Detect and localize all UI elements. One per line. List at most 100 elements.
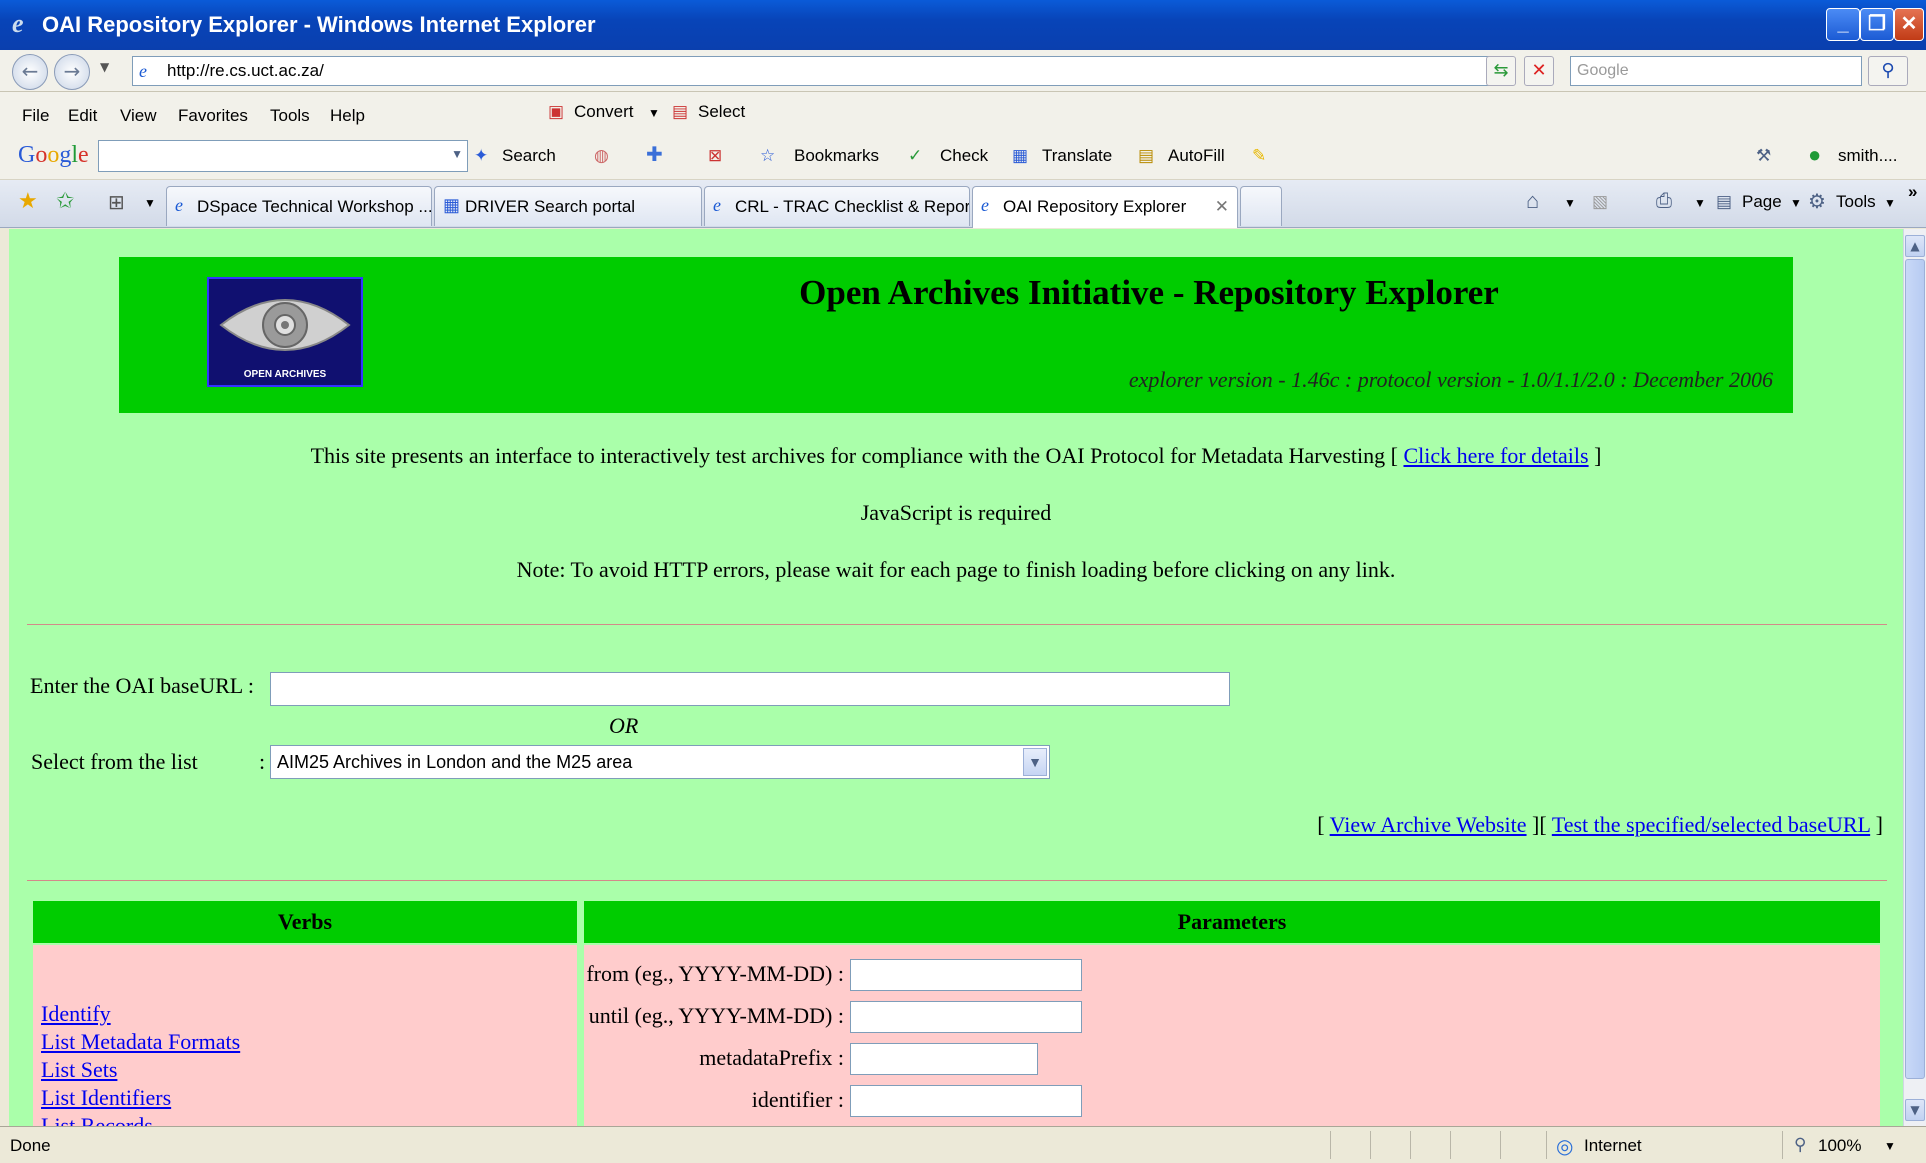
minimize-button[interactable]: _	[1826, 8, 1860, 41]
scroll-up-icon[interactable]: ▲	[1905, 235, 1925, 257]
version-text: explorer version - 1.46c : protocol vers…	[1128, 367, 1773, 392]
driver-page-icon: ▦	[443, 195, 461, 215]
close-window-button[interactable]: ✕	[1894, 8, 1924, 41]
google-search-button[interactable]: Search	[502, 146, 556, 166]
browser-window: e OAI Repository Explorer - Windows Inte…	[0, 0, 1926, 1163]
menu-view[interactable]: View	[120, 106, 157, 126]
spellcheck-icon: ✓	[908, 146, 923, 165]
logo-caption: OPEN ARCHIVES	[243, 369, 327, 380]
until-label: until (eg., YYYY-MM-DD) :	[588, 1003, 844, 1028]
pencil-icon[interactable]: ✎	[1252, 146, 1266, 166]
until-input[interactable]	[850, 1001, 1082, 1033]
verb-list-sets-link[interactable]: List Sets	[41, 1057, 117, 1083]
feeds-icon[interactable]: ▧	[1592, 192, 1608, 212]
identifier-input[interactable]	[850, 1085, 1082, 1117]
autofill-button[interactable]: AutoFill	[1168, 146, 1225, 166]
menu-favorites[interactable]: Favorites	[178, 106, 248, 126]
google-logo-letter: o	[35, 142, 48, 168]
stop-icon[interactable]: ✕	[1524, 56, 1554, 86]
recent-pages-dropdown-icon[interactable]: ▼	[100, 60, 109, 74]
url-field[interactable]: e http://re.cs.uct.ac.za/ ▼	[132, 56, 1512, 86]
user-status-icon: ●	[1808, 142, 1822, 167]
convert-icon: ▣	[548, 102, 565, 121]
zoom-icon: ⚲	[1794, 1135, 1807, 1154]
restore-button[interactable]: ❐	[1860, 8, 1894, 41]
share-plus-icon[interactable]: ✚	[646, 142, 663, 167]
tab-label: DRIVER Search portal	[465, 197, 636, 216]
search-input[interactable]: Google	[1570, 56, 1862, 86]
google-search-icon: ✦	[474, 146, 489, 165]
menu-edit[interactable]: Edit	[68, 106, 97, 126]
intro-paragraph: This site presents an interface to inter…	[9, 443, 1903, 469]
status-bar: Done ◎ Internet ⚲ 100% ▼	[0, 1126, 1926, 1163]
bookmarks-button[interactable]: Bookmarks	[794, 146, 879, 166]
google-logo-letter: e	[78, 142, 89, 168]
metadata-prefix-input[interactable]	[850, 1043, 1038, 1075]
tab-oai-explorer[interactable]: e OAI Repository Explorer ✕	[972, 186, 1238, 228]
status-text: Done	[10, 1136, 51, 1155]
convert-dropdown-icon[interactable]: ▼	[648, 106, 660, 120]
zoom-dropdown-icon[interactable]: ▼	[1884, 1139, 1896, 1153]
menu-help[interactable]: Help	[330, 106, 365, 126]
google-history-dropdown-icon[interactable]: ▼	[451, 147, 463, 161]
open-archives-logo: OPEN ARCHIVES	[207, 277, 363, 387]
baseurl-input[interactable]	[270, 672, 1230, 706]
popup-blocker-icon[interactable]: ⊠	[708, 146, 722, 166]
page-menu[interactable]: Page	[1742, 192, 1782, 212]
quick-tabs-icon[interactable]: ⊞	[108, 190, 125, 215]
scroll-thumb[interactable]	[1905, 259, 1925, 1079]
menu-tools[interactable]: Tools	[270, 106, 310, 126]
view-archive-link[interactable]: View Archive Website	[1330, 812, 1527, 837]
add-favorite-icon[interactable]: ✩	[56, 188, 74, 214]
back-button[interactable]: ←	[12, 54, 48, 90]
forward-button[interactable]: →	[54, 54, 90, 90]
test-baseurl-link[interactable]: Test the specified/selected baseURL	[1552, 812, 1870, 837]
chevron-more-icon[interactable]: »	[1908, 182, 1917, 202]
page-dropdown-icon[interactable]: ▼	[1790, 196, 1802, 210]
header-banner: OPEN ARCHIVES Open Archives Initiative -…	[119, 257, 1793, 413]
menu-file[interactable]: File	[22, 106, 49, 126]
page-icon: ▤	[1716, 192, 1733, 211]
chevron-down-icon[interactable]: ▼	[1023, 748, 1047, 776]
wrench-icon[interactable]: ⚒	[1756, 146, 1771, 166]
translate-button[interactable]: Translate	[1042, 146, 1112, 166]
google-search-input[interactable]: ▼	[98, 140, 468, 172]
refresh-icon[interactable]: ⇆	[1486, 56, 1516, 86]
verb-list-records-link[interactable]: List Records	[41, 1113, 153, 1126]
select-button[interactable]: Select	[698, 102, 745, 122]
parameters-panel: from (eg., YYYY-MM-DD) : until (eg., YYY…	[584, 945, 1880, 1126]
search-go-icon[interactable]: ⚲	[1868, 56, 1908, 86]
tools-menu[interactable]: Tools	[1836, 192, 1876, 212]
home-dropdown-icon[interactable]: ▼	[1564, 196, 1576, 210]
tab-close-icon[interactable]: ✕	[1215, 197, 1229, 217]
home-icon[interactable]: ⌂	[1526, 188, 1539, 214]
translate-icon: ▦	[1012, 146, 1029, 165]
print-icon[interactable]: ⎙	[1656, 190, 1672, 213]
details-link[interactable]: Click here for details	[1403, 443, 1588, 468]
highlight-icon[interactable]: ◍	[594, 146, 609, 166]
print-dropdown-icon[interactable]: ▼	[1694, 196, 1706, 210]
from-input[interactable]	[850, 959, 1082, 991]
tab-dspace[interactable]: e DSpace Technical Workshop ...	[166, 186, 432, 226]
tab-driver[interactable]: ▦ DRIVER Search portal	[434, 186, 702, 226]
divider	[27, 624, 1887, 625]
user-account[interactable]: smith....	[1838, 146, 1898, 166]
status-separator	[1782, 1131, 1783, 1159]
vertical-scrollbar[interactable]: ▲ ▼	[1903, 229, 1926, 1126]
status-separator	[1450, 1131, 1451, 1159]
check-button[interactable]: Check	[940, 146, 988, 166]
new-tab-button[interactable]	[1240, 186, 1282, 226]
verb-identify-link[interactable]: Identify	[41, 1001, 111, 1027]
verb-list-identifiers-link[interactable]: List Identifiers	[41, 1085, 171, 1111]
favorites-star-icon[interactable]: ★	[18, 188, 38, 214]
archive-select[interactable]: AIM25 Archives in London and the M25 are…	[270, 745, 1050, 779]
convert-button[interactable]: Convert	[574, 102, 634, 122]
tab-crl[interactable]: e CRL - TRAC Checklist & Report	[704, 186, 970, 226]
menu-bar: File Edit View Favorites Tools Help ▣ Co…	[0, 92, 1926, 134]
scroll-down-icon[interactable]: ▼	[1905, 1099, 1925, 1121]
verb-list-metadata-formats-link[interactable]: List Metadata Formats	[41, 1029, 240, 1055]
tools-dropdown-icon[interactable]: ▼	[1884, 196, 1896, 210]
zoom-level[interactable]: 100%	[1818, 1136, 1861, 1156]
tab-list-dropdown-icon[interactable]: ▼	[144, 196, 156, 210]
google-toolbar: Google ▼ ✦ Search ◍ ✚ ⊠ ☆ Bookmarks ✓ Ch…	[0, 134, 1926, 180]
